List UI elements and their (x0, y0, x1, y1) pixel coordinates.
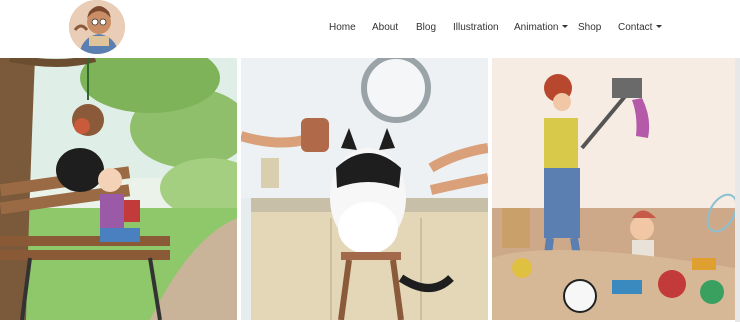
nav-item-illustration[interactable]: Illustration (453, 22, 499, 34)
nav-item-blog[interactable]: Blog (416, 22, 436, 34)
nav-item-animation[interactable]: Animation (514, 22, 569, 34)
nav-item-about[interactable]: About (372, 22, 398, 34)
gallery-tile-bench-reader[interactable] (0, 58, 237, 320)
illustration-image (241, 58, 488, 320)
illustration-gallery (0, 58, 740, 322)
nav-item-label: Blog (416, 22, 437, 33)
gallery-tile-vacuum-toys[interactable] (492, 58, 735, 320)
nav-item-home[interactable]: Home (329, 22, 356, 34)
nav-item-label: About (372, 22, 399, 33)
nav-item-label: Illustration (453, 22, 499, 33)
nav-item-shop[interactable]: Shop (578, 22, 601, 34)
nav-item-label: Shop (578, 22, 602, 33)
main-nav: Home About Blog Illustration Animation S… (0, 0, 740, 58)
nav-item-label: Animation (514, 22, 559, 33)
nav-item-label: Contact (618, 22, 653, 33)
site-header: Home About Blog Illustration Animation S… (0, 0, 740, 58)
nav-item-contact[interactable]: Contact (618, 22, 663, 34)
chevron-down-icon (562, 24, 569, 28)
illustration-image (0, 58, 237, 320)
gallery-tile-cat-grooming[interactable] (241, 58, 488, 320)
scrollbar-track[interactable] (735, 58, 740, 322)
illustration-image (492, 58, 735, 320)
chevron-down-icon (656, 24, 663, 28)
nav-item-label: Home (329, 22, 356, 33)
